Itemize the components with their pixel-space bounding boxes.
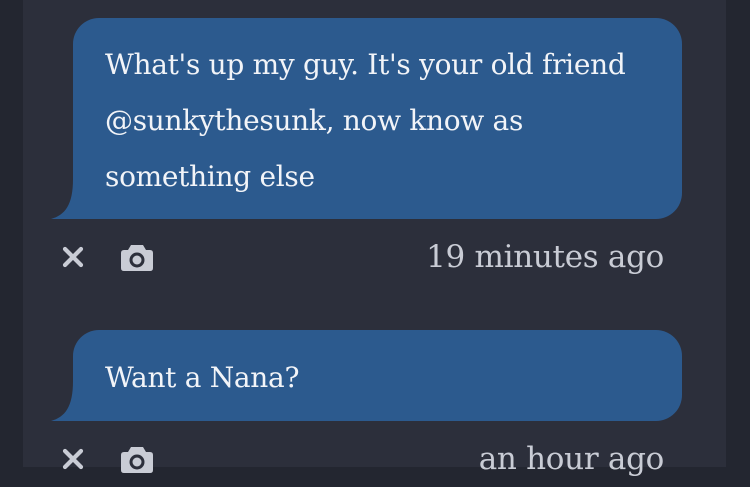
dismiss-button[interactable]: [55, 239, 91, 275]
timestamp: 19 minutes ago: [426, 239, 664, 275]
screenshot-button[interactable]: [119, 239, 155, 275]
dismiss-button[interactable]: [55, 441, 91, 477]
close-icon: [62, 448, 84, 470]
close-icon: [62, 246, 84, 268]
message: Want a Nana? an hour ago: [23, 330, 726, 487]
message-meta: an hour ago: [23, 435, 726, 487]
camera-icon: [121, 447, 153, 473]
camera-icon: [121, 245, 153, 271]
message: What's up my guy. It's your old friend @…: [23, 18, 726, 285]
screenshot-button[interactable]: [119, 441, 155, 477]
message-bubble: Want a Nana?: [73, 330, 682, 421]
message-thread: What's up my guy. It's your old friend @…: [23, 0, 726, 477]
message-meta: 19 minutes ago: [23, 233, 726, 285]
timestamp: an hour ago: [478, 441, 665, 477]
message-bubble: What's up my guy. It's your old friend @…: [73, 18, 682, 219]
